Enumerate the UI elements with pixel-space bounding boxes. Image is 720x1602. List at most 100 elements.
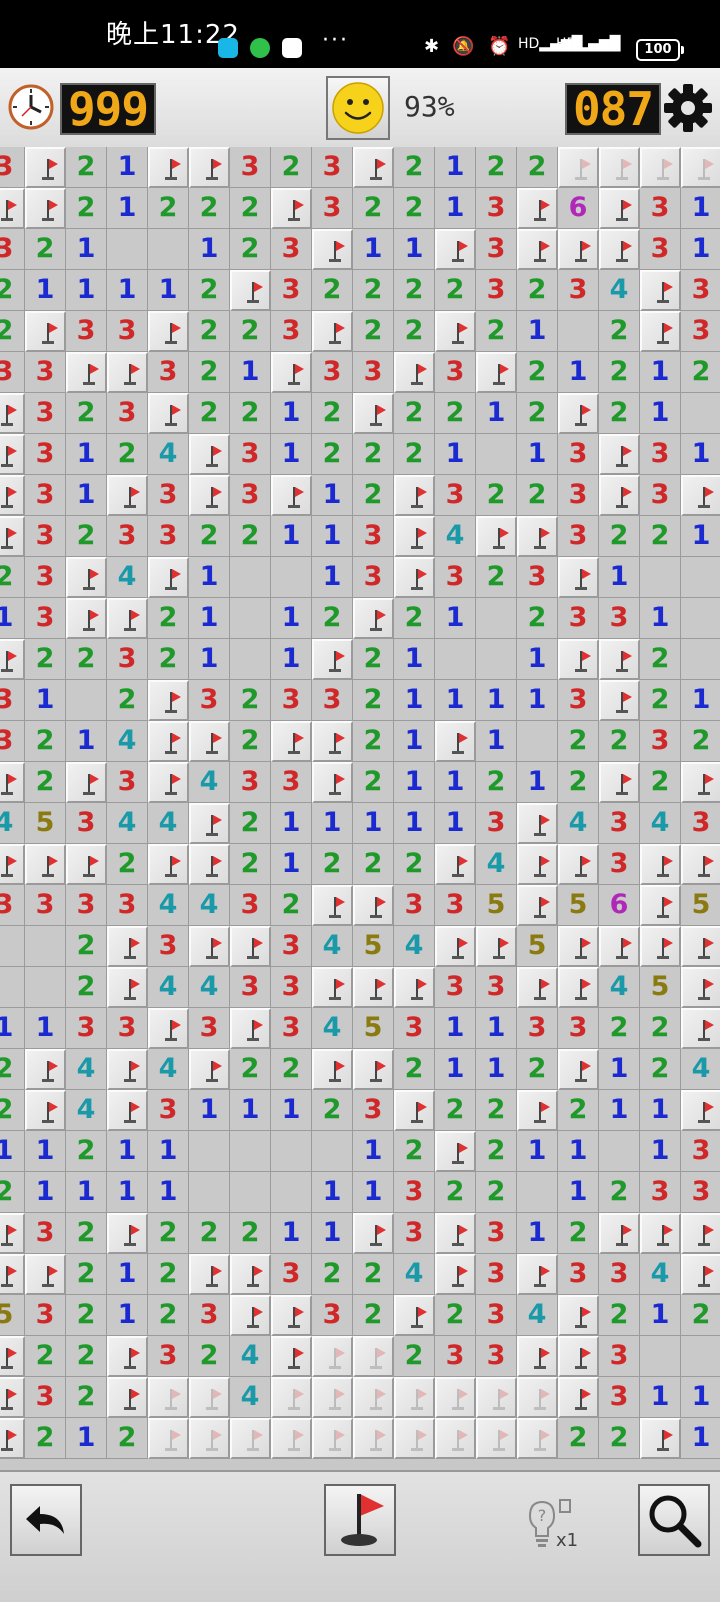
number-cell[interactable]: 2 (66, 516, 107, 557)
number-cell[interactable]: 1 (476, 1049, 517, 1090)
flagged-cell[interactable] (148, 557, 189, 598)
number-cell[interactable]: 3 (230, 762, 271, 803)
number-cell[interactable]: 1 (189, 598, 230, 639)
flagged-cell[interactable] (107, 1377, 148, 1418)
flagged-cell[interactable] (435, 311, 476, 352)
number-cell[interactable]: 2 (25, 229, 66, 270)
flagged-cell[interactable] (599, 762, 640, 803)
number-cell[interactable]: 2 (394, 598, 435, 639)
flagged-cell[interactable] (640, 1213, 681, 1254)
empty-cell[interactable] (230, 1172, 271, 1213)
number-cell[interactable]: 3 (312, 147, 353, 188)
number-cell[interactable]: 2 (0, 557, 25, 598)
empty-cell[interactable] (230, 1131, 271, 1172)
flagged-cell[interactable] (517, 844, 558, 885)
number-cell[interactable]: 1 (66, 434, 107, 475)
flagged-cell[interactable] (599, 680, 640, 721)
number-cell[interactable]: 3 (25, 1295, 66, 1336)
number-cell[interactable]: 4 (640, 803, 681, 844)
flagged-cell[interactable] (353, 1049, 394, 1090)
number-cell[interactable]: 5 (681, 885, 720, 926)
flagged-cell[interactable] (558, 557, 599, 598)
number-cell[interactable]: 4 (558, 803, 599, 844)
number-cell[interactable]: 5 (353, 926, 394, 967)
flagged-cell[interactable] (148, 762, 189, 803)
number-cell[interactable]: 1 (640, 393, 681, 434)
number-cell[interactable]: 3 (640, 475, 681, 516)
empty-cell[interactable] (640, 557, 681, 598)
number-cell[interactable]: 3 (394, 1213, 435, 1254)
flagged-cell[interactable] (0, 844, 25, 885)
number-cell[interactable]: 1 (435, 1049, 476, 1090)
flagged-cell[interactable] (640, 311, 681, 352)
flagged-cell[interactable] (640, 844, 681, 885)
flagged-cell[interactable] (353, 1377, 394, 1418)
empty-cell[interactable] (0, 967, 25, 1008)
number-cell[interactable]: 3 (25, 598, 66, 639)
number-cell[interactable]: 2 (558, 1090, 599, 1131)
empty-cell[interactable] (230, 639, 271, 680)
number-cell[interactable]: 3 (599, 1254, 640, 1295)
flagged-cell[interactable] (558, 1295, 599, 1336)
number-cell[interactable]: 4 (148, 434, 189, 475)
number-cell[interactable]: 3 (599, 844, 640, 885)
number-cell[interactable]: 2 (517, 393, 558, 434)
number-cell[interactable]: 1 (681, 434, 720, 475)
flagged-cell[interactable] (394, 475, 435, 516)
number-cell[interactable]: 2 (312, 598, 353, 639)
number-cell[interactable]: 3 (312, 188, 353, 229)
flagged-cell[interactable] (189, 434, 230, 475)
flagged-cell[interactable] (312, 311, 353, 352)
number-cell[interactable]: 3 (271, 680, 312, 721)
flagged-cell[interactable] (558, 393, 599, 434)
number-cell[interactable]: 1 (476, 1008, 517, 1049)
number-cell[interactable]: 1 (66, 1172, 107, 1213)
number-cell[interactable]: 3 (0, 352, 25, 393)
number-cell[interactable]: 3 (148, 475, 189, 516)
empty-cell[interactable] (25, 967, 66, 1008)
flagged-cell[interactable] (353, 885, 394, 926)
number-cell[interactable]: 3 (148, 352, 189, 393)
flagged-cell[interactable] (312, 762, 353, 803)
empty-cell[interactable] (517, 1172, 558, 1213)
flagged-cell[interactable] (107, 967, 148, 1008)
empty-cell[interactable] (230, 598, 271, 639)
number-cell[interactable]: 4 (107, 557, 148, 598)
number-cell[interactable]: 5 (25, 803, 66, 844)
flagged-cell[interactable] (558, 1049, 599, 1090)
empty-cell[interactable] (435, 639, 476, 680)
number-cell[interactable]: 3 (435, 1336, 476, 1377)
number-cell[interactable]: 2 (353, 434, 394, 475)
flagged-cell[interactable] (517, 188, 558, 229)
number-cell[interactable]: 1 (189, 229, 230, 270)
flagged-cell[interactable] (0, 1213, 25, 1254)
number-cell[interactable]: 3 (681, 311, 720, 352)
number-cell[interactable]: 3 (435, 557, 476, 598)
flagged-cell[interactable] (0, 1336, 25, 1377)
number-cell[interactable]: 3 (25, 1213, 66, 1254)
flagged-cell[interactable] (271, 352, 312, 393)
number-cell[interactable]: 2 (681, 721, 720, 762)
flagged-cell[interactable] (558, 639, 599, 680)
number-cell[interactable]: 2 (189, 270, 230, 311)
number-cell[interactable]: 1 (640, 1377, 681, 1418)
number-cell[interactable]: 2 (312, 270, 353, 311)
flagged-cell[interactable] (0, 475, 25, 516)
flagged-cell[interactable] (25, 1254, 66, 1295)
number-cell[interactable]: 1 (394, 803, 435, 844)
number-cell[interactable]: 1 (353, 1172, 394, 1213)
number-cell[interactable]: 2 (189, 311, 230, 352)
number-cell[interactable]: 2 (353, 311, 394, 352)
flagged-cell[interactable] (353, 1418, 394, 1459)
number-cell[interactable]: 2 (25, 1336, 66, 1377)
number-cell[interactable]: 2 (476, 557, 517, 598)
number-cell[interactable]: 2 (353, 188, 394, 229)
empty-cell[interactable] (189, 1131, 230, 1172)
number-cell[interactable]: 3 (25, 475, 66, 516)
number-cell[interactable]: 2 (312, 844, 353, 885)
number-cell[interactable]: 1 (681, 188, 720, 229)
number-cell[interactable]: 2 (599, 352, 640, 393)
number-cell[interactable]: 2 (148, 188, 189, 229)
number-cell[interactable]: 2 (517, 352, 558, 393)
flagged-cell[interactable] (476, 926, 517, 967)
